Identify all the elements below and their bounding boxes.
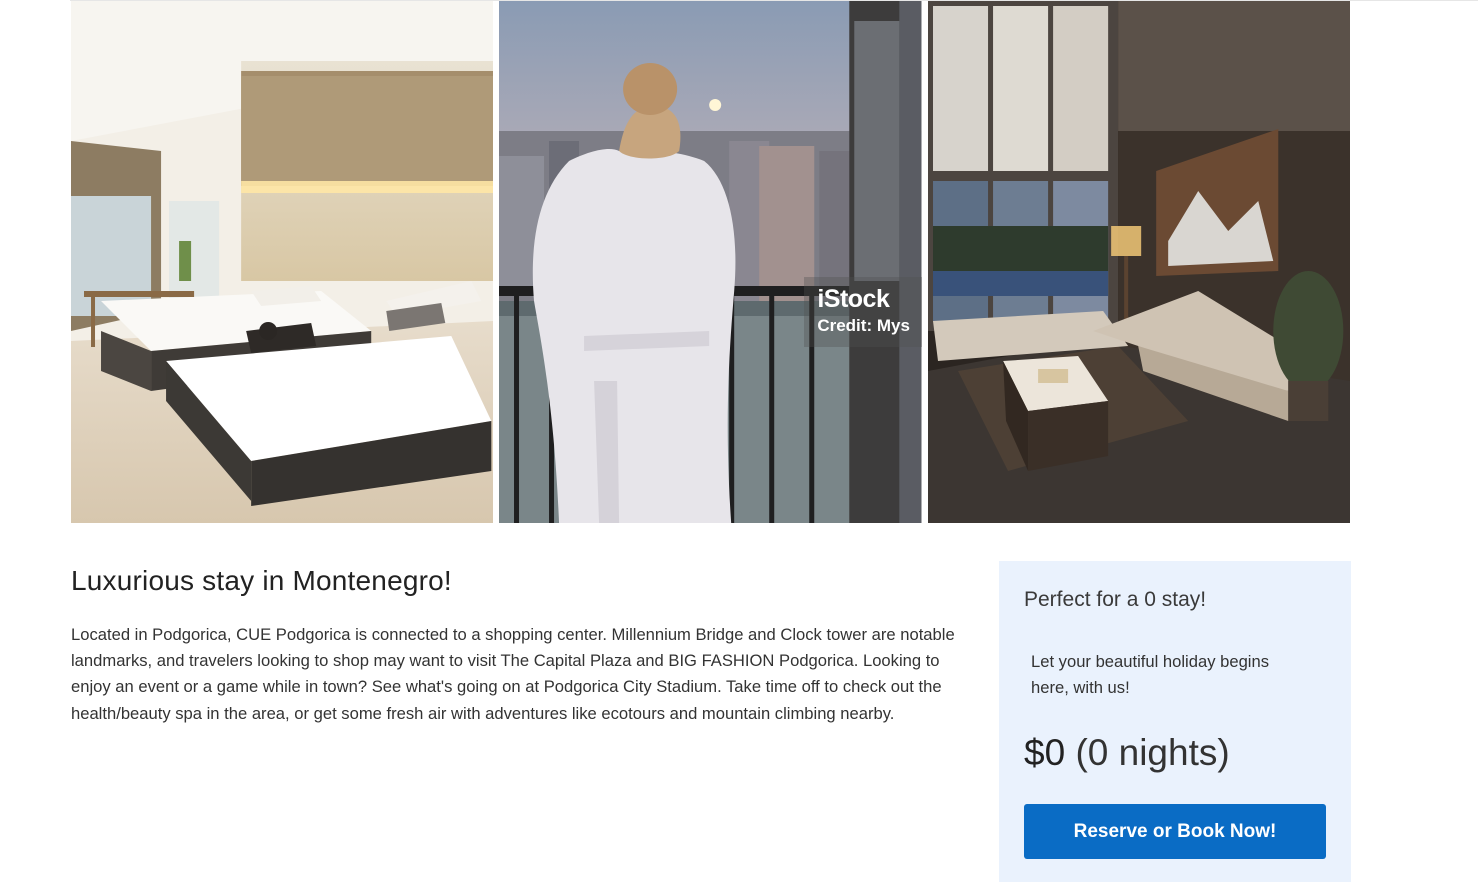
reserve-book-button[interactable]: Reserve or Book Now! (1024, 804, 1326, 859)
watermark-brand: iStock (817, 285, 890, 313)
gallery-photo-balcony-view[interactable]: iStock Credit: Mys (499, 1, 922, 523)
gallery-photo-hotel-room[interactable] (71, 1, 494, 523)
page: iStock Credit: Mys Luxurious stay in Mon… (0, 0, 1478, 882)
booking-tagline: Let your beautiful holiday begins here, … (1031, 652, 1270, 697)
price-summary: $0 (0 nights) (1024, 731, 1326, 775)
living-room-photo-icon (927, 1, 1350, 523)
hotel-room-photo-icon (71, 1, 494, 523)
balcony-city-view-photo-icon (499, 1, 922, 523)
listing-title: Luxurious stay in Montenegro! (71, 565, 452, 596)
photo-gallery: iStock Credit: Mys (71, 1, 1350, 523)
booking-headline: Perfect for a 0 stay! (1024, 588, 1207, 611)
gallery-photo-living-room[interactable] (927, 1, 1350, 523)
listing-description: Located in Podgorica, CUE Podgorica is c… (71, 625, 955, 723)
price-amount: $0 (1024, 732, 1066, 773)
istock-watermark: iStock Credit: Mys (804, 277, 922, 347)
watermark-credit: Credit: Mys (817, 316, 910, 335)
booking-card: Perfect for a 0 stay! Let your beautiful… (999, 561, 1351, 882)
nights-count: (0 nights) (1075, 732, 1230, 773)
listing-description-section: Luxurious stay in Montenegro! Located in… (71, 562, 971, 727)
